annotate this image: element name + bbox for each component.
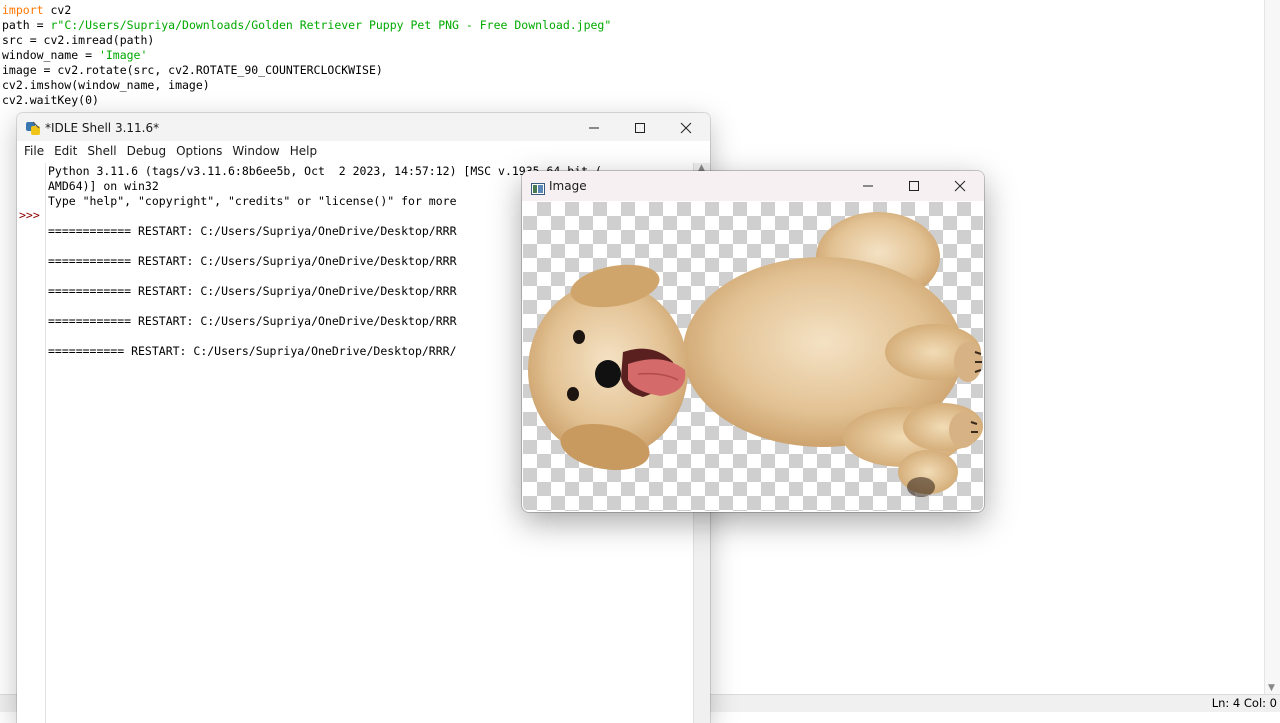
code-line[interactable]: image = cv2.rotate(src, cv2.ROTATE_90_CO… <box>2 63 611 78</box>
shell-line: ============ RESTART: C:/Users/Supriya/O… <box>48 254 457 268</box>
shell-text[interactable]: Python 3.11.6 (tags/v3.11.6:8b6ee5b, Oct… <box>48 164 602 359</box>
code-line[interactable]: import cv2 <box>2 3 611 18</box>
menu-debug[interactable]: Debug <box>123 144 170 158</box>
code-token: r"C:/Users/Supriya/Downloads/Golden Retr… <box>50 18 612 32</box>
menu-help[interactable]: Help <box>286 144 321 158</box>
shell-line: Type "help", "copyright", "credits" or "… <box>48 194 457 208</box>
code-token: cv2.waitKey(0) <box>2 93 99 107</box>
code-line[interactable]: src = cv2.imread(path) <box>2 33 611 48</box>
shell-prompt: >>> <box>19 208 40 222</box>
shell-line: ============ RESTART: C:/Users/Supriya/O… <box>48 224 457 238</box>
image-canvas[interactable] <box>523 202 983 511</box>
menu-edit[interactable]: Edit <box>50 144 81 158</box>
editor-code-area[interactable]: import cv2 path = r"C:/Users/Supriya/Down… <box>2 3 611 108</box>
minimize-icon <box>589 127 599 129</box>
code-token: 'Image' <box>98 48 148 62</box>
scroll-down-icon[interactable]: ▼ <box>1268 683 1275 693</box>
maximize-icon <box>909 181 919 191</box>
code-token: path = <box>2 18 51 32</box>
maximize-button[interactable] <box>891 171 937 201</box>
image-window-title: Image <box>549 179 587 193</box>
shell-line: =========== RESTART: C:/Users/Supriya/On… <box>48 344 457 358</box>
minimize-button[interactable] <box>571 113 617 143</box>
image-titlebar[interactable]: Image <box>522 171 984 201</box>
menu-options[interactable]: Options <box>172 144 226 158</box>
code-line[interactable]: cv2.imshow(window_name, image) <box>2 78 611 93</box>
code-line[interactable]: window_name = 'Image' <box>2 48 611 63</box>
code-token: window_name = <box>2 48 99 62</box>
close-icon <box>680 122 692 134</box>
shell-line: ============ RESTART: C:/Users/Supriya/O… <box>48 314 457 328</box>
opencv-window-icon <box>531 180 545 195</box>
minimize-icon <box>863 185 873 187</box>
shell-menubar: File Edit Shell Debug Options Window Help <box>17 141 710 161</box>
image-window[interactable]: Image <box>522 171 984 512</box>
maximize-button[interactable] <box>617 113 663 143</box>
menu-file[interactable]: File <box>20 144 48 158</box>
python-icon <box>25 120 41 136</box>
puppy-image <box>528 212 983 497</box>
shell-line: Python 3.11.6 (tags/v3.11.6:8b6ee5b, Oct… <box>48 164 602 178</box>
close-button[interactable] <box>937 171 983 201</box>
code-token: cv2 <box>43 3 72 17</box>
editor-scrollbar[interactable]: ▼ <box>1264 0 1280 695</box>
menu-window[interactable]: Window <box>228 144 283 158</box>
shell-line: AMD64)] on win32 <box>48 179 159 193</box>
cursor-position: Ln: 4 Col: 0 <box>1211 696 1277 710</box>
code-line[interactable]: cv2.waitKey(0) <box>2 93 611 108</box>
maximize-icon <box>635 123 645 133</box>
code-token: import <box>2 3 44 17</box>
code-line[interactable]: path = r"C:/Users/Supriya/Downloads/Gold… <box>2 18 611 33</box>
close-button[interactable] <box>663 113 709 143</box>
code-token: cv2.imshow(window_name, image) <box>2 78 210 92</box>
close-icon <box>954 180 966 192</box>
shell-titlebar[interactable]: *IDLE Shell 3.11.6* <box>17 113 710 143</box>
minimize-button[interactable] <box>845 171 891 201</box>
code-token: image = cv2.rotate(src, cv2.ROTATE_90_CO… <box>2 63 383 77</box>
code-token: src = cv2.imread(path) <box>2 33 155 47</box>
shell-line: ============ RESTART: C:/Users/Supriya/O… <box>48 284 457 298</box>
menu-shell[interactable]: Shell <box>83 144 120 158</box>
shell-prompt-gutter: >>> <box>17 163 46 723</box>
shell-title: *IDLE Shell 3.11.6* <box>45 121 160 135</box>
